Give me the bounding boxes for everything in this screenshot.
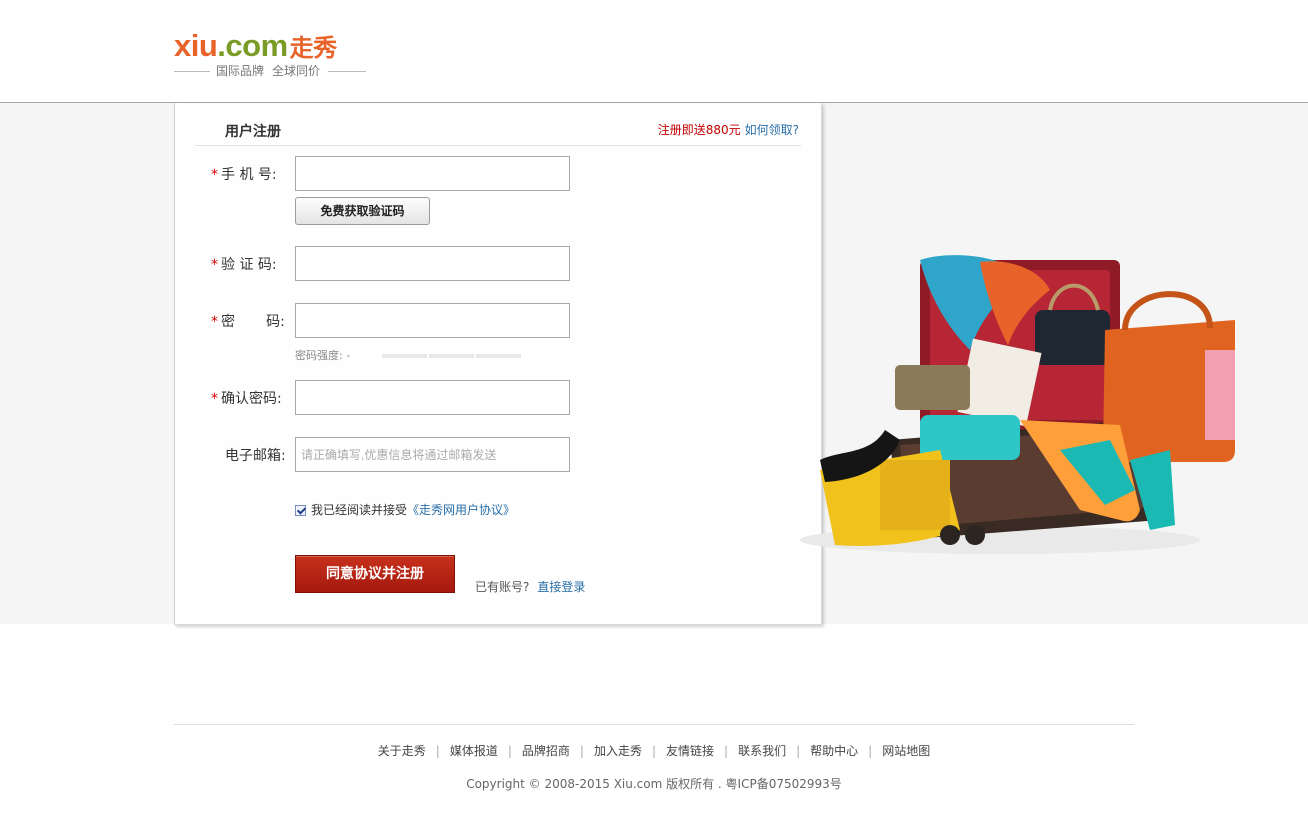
email-label: 电子邮箱: — [225, 448, 286, 464]
password-strength-label: 密码强度: - — [295, 349, 351, 362]
footer-sep: | — [435, 744, 440, 758]
footer-link-contact[interactable]: 联系我们 — [738, 744, 786, 758]
password-input[interactable] — [295, 303, 570, 338]
footer-sep: | — [579, 744, 584, 758]
register-card: 用户注册 注册即送880元 如何领取? * 手 机 号: 免费获取验证码 * 验 证 … — [174, 103, 822, 625]
footer-link-join[interactable]: 加入走秀 — [594, 744, 642, 758]
site-header: xiu.com走秀 国际品牌 全球同价 — [0, 0, 1308, 103]
strength-bar-medium — [429, 354, 474, 358]
title-divider — [195, 145, 801, 146]
phone-label-text: 手 机 号: — [221, 167, 277, 183]
has-account-text: 已有账号? — [475, 580, 530, 594]
code-label: * 验 证 码: — [211, 254, 291, 274]
footer-link-about[interactable]: 关于走秀 — [378, 744, 426, 758]
slogan-rule-left — [174, 71, 210, 72]
footer-divider — [174, 724, 1134, 725]
suitcase-fashion-illustration — [800, 255, 1235, 554]
agreement-row: 我已经阅读并接受《走秀网用户协议》 — [295, 501, 515, 518]
footer-sep: | — [796, 744, 801, 758]
footer-links: 关于走秀 | 媒体报道 | 品牌招商 | 加入走秀 | 友情链接 | 联系我们 | 帮助中心 | 网站地图 — [174, 742, 1134, 759]
login-hint: 已有账号? 直接登录 — [475, 578, 585, 595]
confirm-password-label: * 确认密码: — [211, 388, 291, 408]
copyright: Copyright © 2008-2015 Xiu.com 版权所有 . 粤IC… — [466, 777, 842, 791]
logo-xiu-text: xiu — [174, 28, 218, 63]
xiu-logo[interactable]: xiu.com走秀 国际品牌 全球同价 — [174, 28, 370, 80]
register-title: 用户注册 — [225, 124, 281, 140]
footer-link-help[interactable]: 帮助中心 — [810, 744, 858, 758]
logo-wordmark: xiu.com走秀 — [174, 28, 337, 67]
required-star: * — [211, 257, 218, 273]
confirm-label-text: 确认密码: — [221, 391, 282, 407]
footer-sep: | — [507, 744, 512, 758]
email-input[interactable] — [295, 437, 570, 472]
logo-com-text: .com — [217, 28, 288, 63]
user-agreement-link[interactable]: 《走秀网用户协议》 — [407, 503, 515, 517]
strength-bar-strong — [476, 354, 521, 358]
footer-link-brands[interactable]: 品牌招商 — [522, 744, 570, 758]
promo-text: 注册即送880元 — [657, 123, 741, 137]
confirm-password-input[interactable] — [295, 380, 570, 415]
footer-sep: | — [651, 744, 657, 758]
direct-login-link[interactable]: 直接登录 — [537, 580, 585, 594]
agree-checkbox[interactable] — [295, 505, 306, 516]
phone-input[interactable] — [295, 156, 570, 191]
code-input[interactable] — [295, 246, 570, 281]
register-submit-button[interactable]: 同意协议并注册 — [295, 555, 455, 593]
strength-bar-weak — [382, 354, 427, 358]
footer-link-sitemap[interactable]: 网站地图 — [882, 744, 930, 758]
logo-slogan: 国际品牌 全球同价 — [174, 64, 366, 78]
required-star: * — [211, 391, 218, 407]
phone-label: * 手 机 号: — [211, 164, 291, 184]
password-label: * 密 码: — [211, 311, 291, 331]
required-star: * — [211, 167, 218, 183]
agree-text: 我已经阅读并接受 — [311, 503, 408, 517]
slogan-text-1: 国际品牌 — [216, 64, 265, 78]
get-code-button[interactable]: 免费获取验证码 — [295, 197, 430, 225]
footer-link-friends[interactable]: 友情链接 — [666, 744, 714, 758]
password-label-text: 密 码: — [221, 314, 285, 330]
promo-how-link[interactable]: 如何领取? — [745, 123, 799, 137]
footer-link-media[interactable]: 媒体报道 — [450, 744, 498, 758]
promo: 注册即送880元 如何领取? — [658, 121, 799, 138]
footer-sep: | — [724, 744, 729, 758]
slogan-text-2: 全球同价 — [272, 64, 321, 78]
logo-cn-text: 走秀 — [289, 35, 338, 62]
required-star: * — [211, 314, 218, 330]
footer-sep: | — [868, 744, 873, 758]
code-label-text: 验 证 码: — [221, 257, 277, 273]
slogan-rule-right — [328, 71, 366, 72]
